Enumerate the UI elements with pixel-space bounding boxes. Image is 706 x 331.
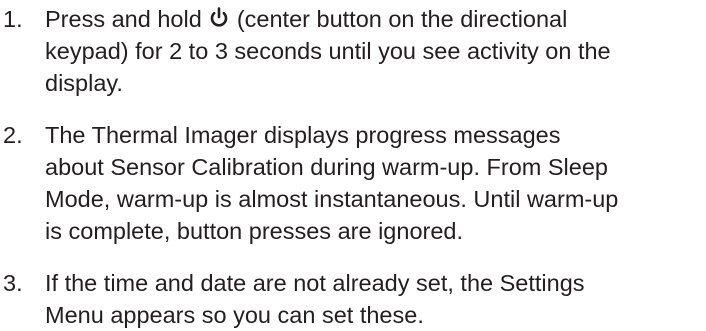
step-line: Menu appears so you can set these. [45, 302, 424, 328]
step-line: Mode, warm-up is almost instantaneous. U… [45, 186, 619, 212]
step-line: The Thermal Imager displays progress mes… [45, 122, 561, 148]
step-line: about Sensor Calibration during warm-up.… [45, 154, 608, 180]
step-line: is complete, button presses are ignored. [45, 218, 464, 244]
step-text: Press and hold [45, 6, 209, 32]
step-line: If the time and date are not already set… [45, 270, 585, 296]
step-3: 3. If the time and date are not already … [0, 267, 706, 331]
step-line: keypad) for 2 to 3 seconds until you see… [45, 38, 611, 64]
step-text: (center button on the directional [230, 6, 568, 32]
step-line: display. [45, 70, 123, 96]
step-number: 3. [3, 270, 23, 296]
step-1: 1. Press and hold (center button on the … [0, 3, 706, 99]
step-2: 2. The Thermal Imager displays progress … [0, 119, 706, 247]
instruction-list: 1. Press and hold (center button on the … [0, 0, 706, 331]
step-number: 1. [3, 6, 23, 32]
step-line: Press and hold (center button on the dir… [45, 3, 706, 35]
power-icon [209, 7, 229, 29]
step-number: 2. [3, 122, 23, 148]
